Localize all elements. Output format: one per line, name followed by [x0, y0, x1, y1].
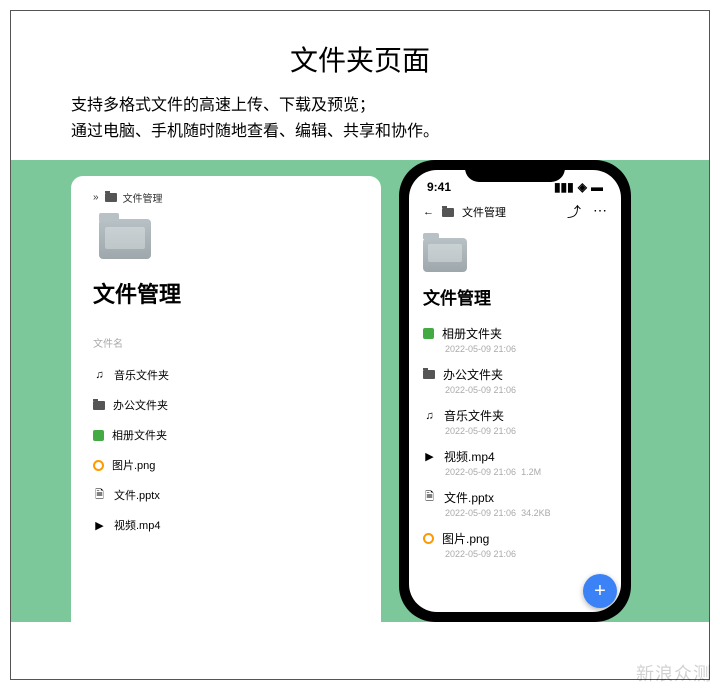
- file-icon: 🗎: [423, 491, 436, 504]
- list-item[interactable]: ▶视频.mp4 2022-05-09 21:06 1.2M: [409, 442, 621, 483]
- back-icon[interactable]: ←: [423, 206, 434, 218]
- mobile-view: 9:41 ▮▮▮ ◈ ▬ ← 文件管理 ⤴ ⋯: [399, 160, 631, 622]
- photo-icon: [93, 430, 104, 441]
- desktop-file-list: ♫音乐文件夹 办公文件夹 相册文件夹 图片.png 🗎文件.pptx ▶视频.m…: [93, 360, 359, 540]
- image-icon: [423, 533, 434, 544]
- list-item[interactable]: 🗎文件.pptx: [93, 480, 359, 510]
- column-header-name: 文件名: [93, 335, 359, 350]
- folder-icon: [93, 401, 105, 410]
- desktop-view: » 文件管理 文件管理 文件名 ♫音乐文件夹 办公文件夹 相册文件夹 图片.pn…: [71, 176, 381, 622]
- folder-icon: [442, 208, 454, 217]
- mobile-header: ← 文件管理 ⤴ ⋯: [409, 198, 621, 230]
- list-item[interactable]: 图片.png 2022-05-09 21:06: [409, 524, 621, 565]
- video-icon: ▶: [93, 519, 106, 532]
- desc-line-1: 支持多格式文件的高速上传、下载及预览；: [71, 93, 649, 119]
- list-item[interactable]: ♫音乐文件夹 2022-05-09 21:06: [409, 401, 621, 442]
- folder-hero-icon: [99, 219, 151, 259]
- list-item[interactable]: 相册文件夹: [93, 420, 359, 450]
- list-item[interactable]: 图片.png: [93, 450, 359, 480]
- showcase-area: » 文件管理 文件管理 文件名 ♫音乐文件夹 办公文件夹 相册文件夹 图片.pn…: [11, 160, 709, 622]
- share-icon[interactable]: ⤴: [567, 202, 581, 222]
- wifi-icon: ◈: [578, 180, 587, 194]
- add-button[interactable]: +: [583, 574, 617, 608]
- mobile-title: 文件管理: [409, 284, 621, 319]
- battery-icon: ▬: [591, 180, 603, 194]
- music-icon: ♫: [423, 409, 436, 422]
- video-icon: ▶: [423, 450, 436, 463]
- chevron-icon: »: [93, 192, 99, 203]
- folder-hero-icon: [423, 238, 467, 272]
- list-item[interactable]: 🗎文件.pptx 2022-05-09 21:06 34.2KB: [409, 483, 621, 524]
- status-time: 9:41: [427, 180, 451, 194]
- mobile-file-list: 相册文件夹 2022-05-09 21:06 办公文件夹 2022-05-09 …: [409, 319, 621, 565]
- desc-line-2: 通过电脑、手机随时随地查看、编辑、共享和协作。: [71, 119, 649, 145]
- page-title: 文件夹页面: [11, 39, 709, 79]
- phone-notch: [465, 160, 565, 182]
- desktop-title: 文件管理: [93, 277, 359, 309]
- file-icon: 🗎: [93, 489, 106, 502]
- folder-icon: [105, 193, 117, 202]
- photo-icon: [423, 328, 434, 339]
- list-item[interactable]: 办公文件夹: [93, 390, 359, 420]
- image-icon: [93, 460, 104, 471]
- mobile-breadcrumb[interactable]: 文件管理: [462, 204, 506, 220]
- desktop-breadcrumb[interactable]: » 文件管理: [93, 190, 359, 205]
- list-item[interactable]: 办公文件夹 2022-05-09 21:06: [409, 360, 621, 401]
- music-icon: ♫: [93, 369, 106, 382]
- phone-screen: 9:41 ▮▮▮ ◈ ▬ ← 文件管理 ⤴ ⋯: [409, 170, 621, 612]
- signal-icon: ▮▮▮: [554, 180, 574, 194]
- list-item[interactable]: ♫音乐文件夹: [93, 360, 359, 390]
- breadcrumb-label: 文件管理: [123, 190, 163, 205]
- more-icon[interactable]: ⋯: [593, 202, 607, 222]
- outer-frame: 文件夹页面 支持多格式文件的高速上传、下载及预览； 通过电脑、手机随时随地查看、…: [10, 10, 710, 680]
- folder-icon: [423, 370, 435, 379]
- list-item[interactable]: ▶视频.mp4: [93, 510, 359, 540]
- watermark: 新浪众测: [636, 660, 712, 686]
- page-description: 支持多格式文件的高速上传、下载及预览； 通过电脑、手机随时随地查看、编辑、共享和…: [71, 93, 649, 144]
- list-item[interactable]: 相册文件夹 2022-05-09 21:06: [409, 319, 621, 360]
